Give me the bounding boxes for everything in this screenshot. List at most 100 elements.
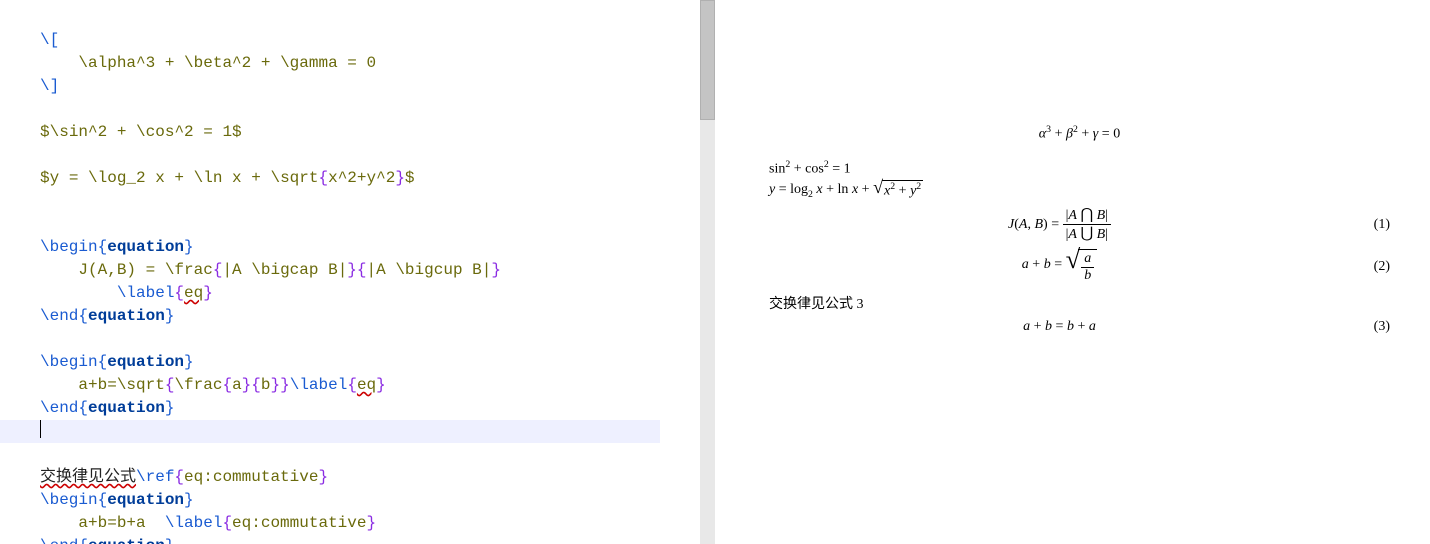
current-line[interactable] bbox=[0, 420, 660, 443]
exponent: 2 bbox=[916, 181, 921, 192]
op-eq: = bbox=[1048, 217, 1063, 232]
label-arg: eq:commutative bbox=[232, 514, 366, 532]
brace: { bbox=[174, 284, 184, 302]
pdf-preview-pane[interactable]: α3 + β2 + γ = 0 sin2 + cos2 = 1 y = log2… bbox=[715, 0, 1430, 544]
display-math-open: \[ bbox=[40, 31, 59, 49]
latex-command: \bigcap bbox=[251, 261, 318, 279]
brace: } bbox=[203, 284, 213, 302]
brace: { bbox=[98, 238, 108, 256]
fraction: |A ⋂ B||A ⋃ B| bbox=[1063, 206, 1111, 243]
op-eq: = bbox=[775, 182, 790, 197]
var-b: b bbox=[1045, 319, 1052, 334]
op-plus: + bbox=[1078, 127, 1093, 142]
op-eq: = bbox=[1051, 257, 1066, 272]
source-arg: |A bbox=[367, 261, 396, 279]
var-B: B bbox=[1097, 227, 1106, 242]
eq-zero: = 0 bbox=[1098, 127, 1120, 142]
indent bbox=[40, 54, 78, 72]
indent bbox=[40, 376, 78, 394]
var-a: a bbox=[1089, 319, 1096, 334]
brace: } bbox=[242, 376, 252, 394]
latex-source-editor[interactable]: \[ \alpha^3 + \beta^2 + \gamma = 0 \] $\… bbox=[0, 0, 700, 544]
ref-arg: eq:commutative bbox=[184, 468, 318, 486]
math-delim: $ bbox=[40, 169, 50, 187]
source-text: a+b=b+a bbox=[78, 514, 164, 532]
chinese-text: 交换律见公式 bbox=[40, 468, 136, 486]
brace: } bbox=[184, 491, 194, 509]
math-delim: $ bbox=[232, 123, 242, 141]
var-b: b bbox=[1084, 268, 1091, 283]
var-B: B bbox=[1097, 208, 1106, 223]
numbered-equation-3: a + b = b + a (3) bbox=[769, 319, 1390, 335]
var-B: B bbox=[1034, 217, 1043, 232]
numbered-equation-2: a + b = √ab (2) bbox=[769, 249, 1390, 285]
env-name: equation bbox=[107, 491, 184, 509]
text-caret bbox=[40, 420, 41, 438]
label-command: \label bbox=[290, 376, 348, 394]
latex-command: \sqrt bbox=[270, 169, 318, 187]
sqrt: √ab bbox=[1066, 249, 1098, 285]
op-plus: + bbox=[858, 182, 873, 197]
source-text: ^2 = 1 bbox=[174, 123, 232, 141]
radicand: x2 + y2 bbox=[882, 180, 923, 200]
indent bbox=[40, 284, 117, 302]
fn-cos: cos bbox=[805, 161, 824, 176]
brace: } bbox=[280, 376, 290, 394]
display-math-close: \] bbox=[40, 77, 59, 95]
brace: } bbox=[366, 514, 376, 532]
vertical-scrollbar[interactable]: ︿ bbox=[700, 0, 715, 544]
brace: { bbox=[165, 376, 175, 394]
latex-command: \alpha bbox=[78, 54, 136, 72]
split-view: \[ \alpha^3 + \beta^2 + \gamma = 0 \] $\… bbox=[0, 0, 1430, 544]
latex-command: \frac bbox=[174, 376, 222, 394]
editor-pane: \[ \alpha^3 + \beta^2 + \gamma = 0 \] $\… bbox=[0, 0, 715, 544]
source-text: ^2 + bbox=[232, 54, 280, 72]
brace: { bbox=[222, 514, 232, 532]
begin-command: \begin bbox=[40, 353, 98, 371]
latex-command: \cos bbox=[136, 123, 174, 141]
end-command: \end bbox=[40, 537, 78, 544]
brace: { bbox=[251, 376, 261, 394]
source-text: = 0 bbox=[338, 54, 376, 72]
indent bbox=[40, 261, 78, 279]
brace: } bbox=[184, 238, 194, 256]
brace: { bbox=[78, 537, 88, 544]
equation-number: (2) bbox=[1350, 259, 1390, 275]
brace: { bbox=[78, 399, 88, 417]
latex-command: \sin bbox=[50, 123, 88, 141]
brace: { bbox=[357, 261, 367, 279]
brace: { bbox=[347, 376, 357, 394]
math-delim: $ bbox=[405, 169, 415, 187]
latex-command: \gamma bbox=[280, 54, 338, 72]
op-plus: + bbox=[1029, 257, 1044, 272]
bigcap-icon: ⋂ bbox=[1080, 206, 1093, 223]
op-plus: + bbox=[1051, 127, 1066, 142]
brace: { bbox=[318, 169, 328, 187]
var-b: b bbox=[1044, 257, 1051, 272]
latex-command: \bigcup bbox=[395, 261, 462, 279]
bar: | bbox=[1105, 227, 1108, 242]
brace: { bbox=[174, 468, 184, 486]
source-text: ^3 + bbox=[136, 54, 184, 72]
brace: } bbox=[184, 353, 194, 371]
op-plus: + bbox=[790, 161, 805, 176]
equation-number: (1) bbox=[1350, 217, 1390, 233]
brace: } bbox=[376, 376, 386, 394]
radicand: ab bbox=[1078, 249, 1097, 285]
var-b: b bbox=[1067, 319, 1074, 334]
source-arg: B| bbox=[463, 261, 492, 279]
brace: { bbox=[98, 353, 108, 371]
op-plus: + bbox=[895, 184, 910, 199]
source-arg: B| bbox=[318, 261, 347, 279]
source-text: ^2 + bbox=[88, 123, 136, 141]
scrollbar-thumb[interactable] bbox=[700, 0, 715, 120]
source-text: x + bbox=[222, 169, 270, 187]
math-delim: $ bbox=[40, 123, 50, 141]
inline-equation-1: sin2 + cos2 = 1 bbox=[769, 159, 1390, 178]
latex-command: \ln bbox=[194, 169, 223, 187]
brace: { bbox=[222, 376, 232, 394]
brace: } bbox=[271, 376, 281, 394]
label-arg: eq bbox=[357, 376, 376, 394]
fn-sin: sin bbox=[769, 161, 785, 176]
paragraph-text: 交换律见公式 3 bbox=[769, 293, 1390, 313]
